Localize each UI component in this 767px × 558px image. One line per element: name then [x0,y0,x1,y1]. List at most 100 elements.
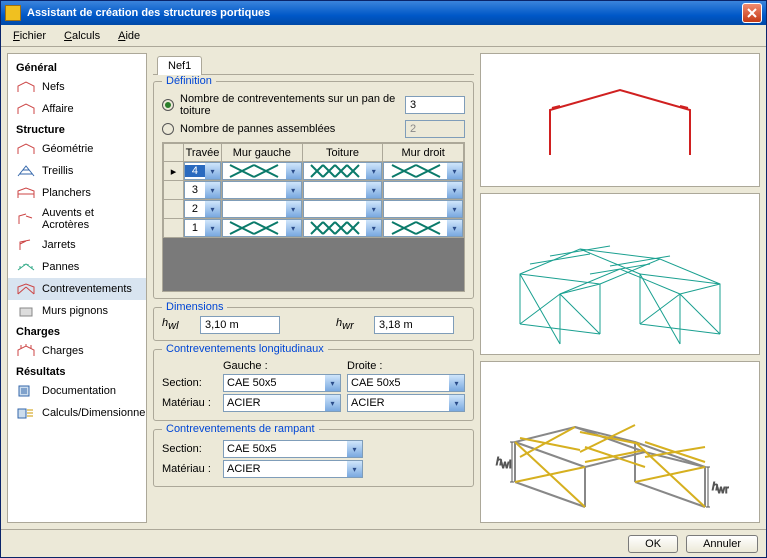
menu-help[interactable]: Aide [110,28,148,44]
sidebar-item-label: Planchers [42,187,91,199]
sidebar: Général Nefs Affaire Structure Géométrie… [7,53,147,523]
input-hwr[interactable] [374,316,454,334]
svg-text:wl: wl [500,459,511,471]
radio-nb-pannes[interactable] [162,123,174,135]
sidebar-item-label: Nefs [42,81,65,93]
input-hwl[interactable] [200,316,280,334]
group-title-dimensions: Dimensions [162,301,227,313]
chevron-down-icon[interactable]: ▾ [205,220,220,236]
label-opt1: Nombre de contreventements sur un pan de… [180,93,399,117]
close-button[interactable] [742,3,762,23]
tab-nef1[interactable]: Nef1 [157,56,202,75]
sidebar-item-geometrie[interactable]: Géométrie [8,138,146,160]
planchers-icon [16,185,36,201]
group-longitudinaux: Contreventements longitudinaux Gauche : … [153,349,474,421]
chevron-down-icon: ▾ [347,461,362,477]
close-icon [747,8,757,18]
sidebar-group-general: Général [8,58,146,76]
group-title-rampant: Contreventements de rampant [162,423,319,435]
charges-icon [16,343,36,359]
sidebar-item-label: Calculs/Dimensionnement [42,407,147,419]
sidebar-item-pannes[interactable]: Pannes [8,256,146,278]
main-panel: Nef1 Définition Nombre de contreventemen… [153,53,474,523]
sidebar-item-label: Contreventements [42,283,132,295]
murs-pignons-icon [16,303,36,319]
select-section-gauche[interactable]: CAE 50x5▾ [223,374,341,392]
preview-3d-wireframe [480,193,760,355]
sidebar-item-treillis[interactable]: Treillis [8,160,146,182]
select-materiau-rampant[interactable]: ACIER▾ [223,460,363,478]
menu-bar: FEichierichier Calculs Aide [1,25,766,47]
app-icon [5,5,21,21]
sidebar-item-auvents[interactable]: Auvents et Acrotères [8,204,146,234]
sidebar-item-jarrets[interactable]: Jarrets [8,234,146,256]
chevron-down-icon[interactable]: ▾ [366,201,381,217]
select-materiau-gauche[interactable]: ACIER▾ [223,394,341,412]
sidebar-item-nefs[interactable]: Nefs [8,76,146,98]
label-section-r: Section: [162,443,217,455]
sidebar-item-documentation[interactable]: Documentation [8,380,146,402]
label-materiau-r: Matériau : [162,463,217,475]
sidebar-item-contreventements[interactable]: Contreventements [8,278,146,300]
chevron-down-icon[interactable]: ▾ [286,201,301,217]
chevron-down-icon[interactable]: ▾ [366,163,381,179]
chevron-down-icon[interactable]: ▾ [447,201,462,217]
select-section-droite[interactable]: CAE 50x5▾ [347,374,465,392]
chevron-down-icon: ▾ [347,441,362,457]
cancel-button[interactable]: Annuler [686,535,758,553]
chevron-down-icon[interactable]: ▾ [447,220,462,236]
group-definition: Définition Nombre de contreventements su… [153,81,474,299]
sidebar-item-charges[interactable]: Charges [8,340,146,362]
col-murgauche: Mur gauche [221,144,302,162]
documentation-icon [16,383,36,399]
radio-nb-contreventements[interactable] [162,99,174,111]
group-dimensions: Dimensions hwl hwr [153,307,474,341]
footer: OK Annuler [1,529,766,557]
chevron-down-icon[interactable]: ▾ [286,182,301,198]
table-row[interactable]: 3▾ ▾ ▾ ▾ [164,181,464,200]
col-toiture: Toiture [302,144,383,162]
geometrie-icon [16,141,36,157]
nefs-icon [16,79,36,95]
title-bar: Assistant de création des structures por… [1,1,766,25]
table-row[interactable]: ▸ 4▾ ▾ ▾ ▾ [164,162,464,181]
label-materiau: Matériau : [162,397,217,409]
chevron-down-icon[interactable]: ▾ [286,220,301,236]
select-materiau-droite[interactable]: ACIER▾ [347,394,465,412]
sidebar-item-calculs-dim[interactable]: Calculs/Dimensionnement [8,402,146,424]
label-droite: Droite : [347,360,465,372]
preview-3d-bracing: hwr hwl [480,361,760,523]
select-section-rampant[interactable]: CAE 50x5▾ [223,440,363,458]
svg-text:wr: wr [716,484,729,496]
jarrets-icon [16,237,36,253]
menu-file[interactable]: FEichierichier [5,28,54,44]
window-title: Assistant de création des structures por… [27,7,742,19]
table-row[interactable]: 1▾ ▾ ▾ ▾ [164,219,464,238]
chevron-down-icon: ▾ [325,395,340,411]
definition-grid[interactable]: Travée Mur gauche Toiture Mur droit ▸ 4▾… [162,142,465,292]
chevron-down-icon[interactable]: ▾ [286,163,301,179]
sidebar-item-planchers[interactable]: Planchers [8,182,146,204]
chevron-down-icon[interactable]: ▾ [205,182,220,198]
input-nb-contreventements[interactable] [405,96,465,114]
group-title-long: Contreventements longitudinaux [162,343,328,355]
sidebar-item-label: Murs pignons [42,305,108,317]
preview-elevation [480,53,760,187]
chevron-down-icon[interactable]: ▾ [366,220,381,236]
sidebar-item-affaire[interactable]: Affaire [8,98,146,120]
chevron-down-icon[interactable]: ▾ [447,163,462,179]
sidebar-item-murs-pignons[interactable]: Murs pignons [8,300,146,322]
menu-calc[interactable]: Calculs [56,28,108,44]
preview-panel: hwr hwl [480,53,760,523]
ok-button[interactable]: OK [628,535,678,553]
table-row[interactable]: 2▾ ▾ ▾ ▾ [164,200,464,219]
chevron-down-icon[interactable]: ▾ [366,182,381,198]
main-window: Assistant de création des structures por… [0,0,767,558]
chevron-down-icon[interactable]: ▾ [205,163,220,179]
chevron-down-icon[interactable]: ▾ [205,201,220,217]
label-hwl: hwl [162,317,192,332]
chevron-down-icon: ▾ [449,395,464,411]
calculs-icon [16,405,36,421]
sidebar-group-charges: Charges [8,322,146,340]
chevron-down-icon[interactable]: ▾ [447,182,462,198]
